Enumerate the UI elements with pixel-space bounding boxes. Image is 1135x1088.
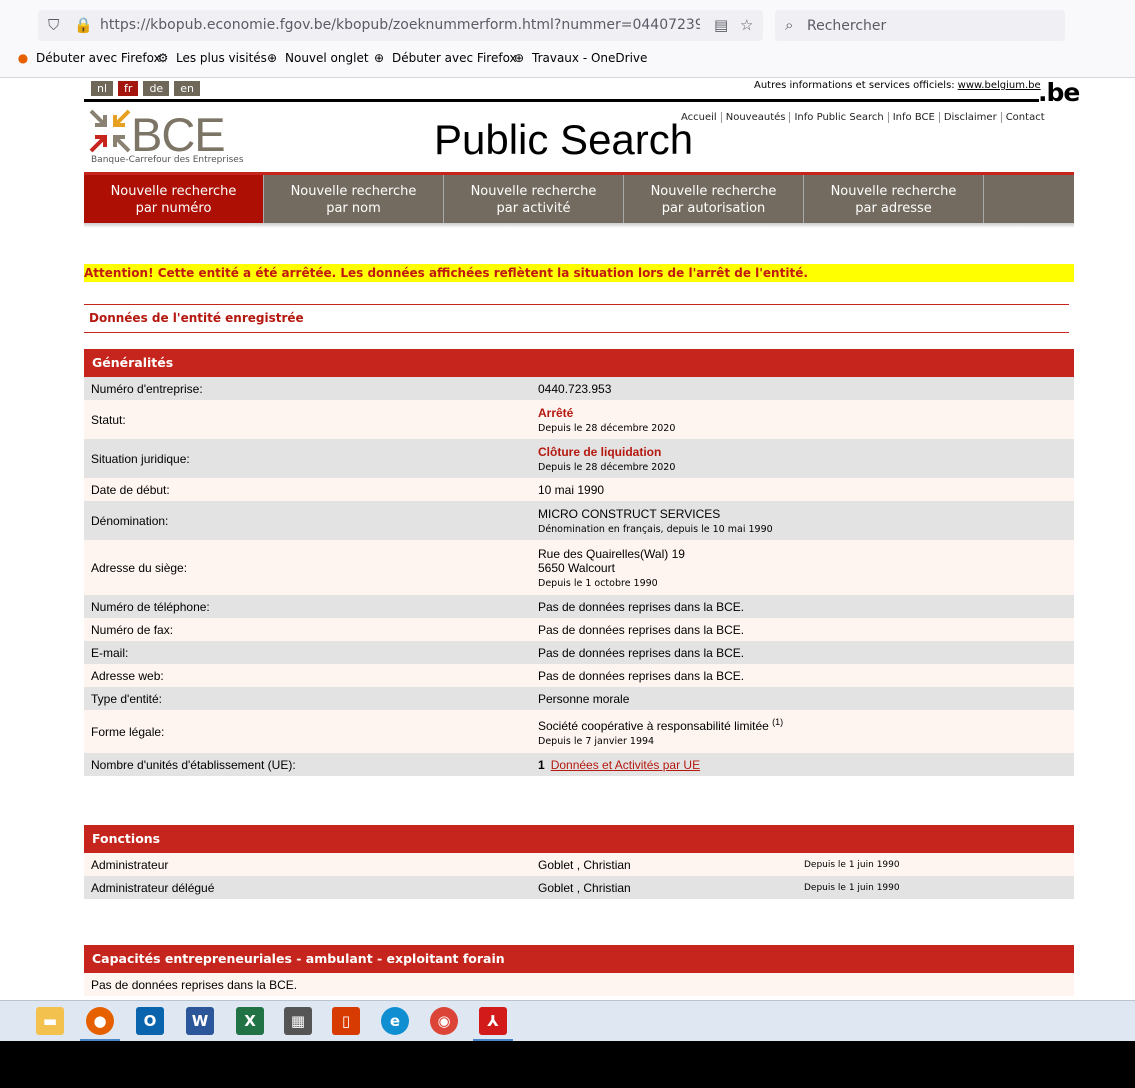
table-row: Dénomination: MICRO CONSTRUCT SERVICES Dé…: [84, 501, 1074, 540]
lang-de[interactable]: de: [143, 81, 170, 96]
calculator-icon[interactable]: ▦: [284, 1007, 312, 1035]
table-row: Administrateur délégué Goblet , Christia…: [84, 876, 1074, 899]
office-icon[interactable]: ▯: [332, 1007, 360, 1035]
bce-logo[interactable]: BCE Banque-Carrefour des Entreprises: [89, 108, 244, 167]
search-placeholder[interactable]: Rechercher: [807, 18, 886, 34]
bookmark-item[interactable]: ⚙ Les plus visités: [156, 51, 267, 65]
outlook-icon[interactable]: O: [136, 1007, 164, 1035]
web-page: nl fr de en Autres informations et servi…: [0, 78, 1135, 1000]
table-row: Administrateur Goblet , Christian Depuis…: [84, 853, 1074, 876]
globe-icon: ⊕: [513, 51, 525, 65]
table-row: Adresse web: Pas de données reprises dan…: [84, 664, 1074, 687]
table-row: Pas de données reprises dans la BCE.: [84, 973, 1074, 996]
divider: [84, 99, 1039, 102]
logo-text: BCE: [131, 108, 226, 161]
word-icon[interactable]: W: [186, 1007, 214, 1035]
capacites-section: Capacités entrepreneuriales - ambulant -…: [84, 945, 1074, 996]
gear-icon: ⚙: [157, 51, 169, 65]
lang-fr[interactable]: fr: [118, 81, 139, 96]
excel-icon[interactable]: X: [236, 1007, 264, 1035]
link-info-public-search[interactable]: Info Public Search: [789, 112, 887, 123]
lang-en[interactable]: en: [174, 81, 200, 96]
active-indicator: [80, 1039, 120, 1041]
address-bar[interactable]: ⛉ 🔒 https://kbopub.economie.fgov.be/kbop…: [38, 10, 763, 41]
section-title: Capacités entrepreneuriales - ambulant -…: [84, 945, 1074, 973]
section-title: Fonctions: [84, 825, 1074, 853]
be-logo[interactable]: .be: [1038, 78, 1080, 107]
search-nav: Nouvelle recherche par numéro Nouvelle re…: [84, 175, 1074, 223]
tab-search-by-address[interactable]: Nouvelle recherche par adresse: [804, 175, 984, 223]
table-row: Nombre d'unités d'établissement (UE): 1D…: [84, 753, 1074, 776]
official-info: Autres informations et services officiel…: [754, 80, 1041, 91]
lock-icon[interactable]: 🔒: [74, 16, 93, 34]
status-value: Arrêté: [538, 405, 574, 420]
edge-icon[interactable]: e: [381, 1007, 409, 1035]
shield-icon[interactable]: ⛉: [48, 16, 59, 34]
link-info-bce[interactable]: Info BCE: [887, 112, 939, 123]
tab-search-by-number[interactable]: Nouvelle recherche par numéro: [84, 175, 264, 223]
tab-search-by-activity[interactable]: Nouvelle recherche par activité: [444, 175, 624, 223]
globe-icon: ⊕: [266, 51, 278, 65]
file-explorer-icon[interactable]: ▬: [36, 1007, 64, 1035]
footnote-ref[interactable]: (1): [772, 717, 783, 727]
bookmark-item[interactable]: ⊕ Travaux - OneDrive: [512, 51, 647, 65]
fonctions-table: Administrateur Goblet , Christian Depuis…: [84, 853, 1074, 899]
top-links: Accueil Nouveautés Info Public Search In…: [681, 112, 1049, 123]
table-row: Adresse du siège: Rue des Quairelles(Wal…: [84, 540, 1074, 595]
table-row: Numéro d'entreprise: 0440.723.953: [84, 377, 1074, 400]
firefox-icon[interactable]: ●: [86, 1007, 114, 1035]
ue-link[interactable]: Données et Activités par UE: [551, 758, 700, 772]
link-contact[interactable]: Contact: [1000, 112, 1049, 123]
legal-situation-value: Clôture de liquidation: [538, 444, 662, 459]
page-title: Public Search: [434, 116, 694, 163]
acrobat-icon[interactable]: ⅄: [479, 1007, 507, 1035]
table-row: E-mail: Pas de données reprises dans la …: [84, 641, 1074, 664]
browser-toolbar: ⛉ 🔒 https://kbopub.economie.fgov.be/kbop…: [0, 0, 1135, 78]
bce-arrows-icon: [89, 109, 131, 153]
bookmark-item[interactable]: ⊕ Débuter avec Firefox: [372, 51, 517, 65]
generalites-table: Numéro d'entreprise: 0440.723.953 Statut…: [84, 377, 1074, 776]
table-row: Statut: Arrêté Depuis le 28 décembre 2020: [84, 400, 1074, 439]
link-disclaimer[interactable]: Disclaimer: [938, 112, 1001, 123]
table-row: Numéro de téléphone: Pas de données repr…: [84, 595, 1074, 618]
search-bar[interactable]: ⌕ Rechercher: [775, 10, 1065, 41]
tab-search-by-name[interactable]: Nouvelle recherche par nom: [264, 175, 444, 223]
attention-banner: Attention! Cette entité a été arrêtée. L…: [84, 264, 1074, 282]
url-text[interactable]: https://kbopub.economie.fgov.be/kbopub/z…: [100, 17, 700, 33]
generalites-section: Généralités Numéro d'entreprise: 0440.72…: [84, 349, 1074, 776]
link-nouveautes[interactable]: Nouveautés: [720, 112, 790, 123]
search-icon: ⌕: [785, 16, 794, 34]
table-row: Numéro de fax: Pas de données reprises d…: [84, 618, 1074, 641]
table-row: Situation juridique: Clôture de liquidat…: [84, 439, 1074, 478]
windows-taskbar: ▬ ● O W X ▦ ▯ e ◉ ⅄: [0, 1000, 1135, 1041]
belgium-link[interactable]: www.belgium.be: [958, 80, 1041, 91]
entity-heading: Données de l'entité enregistrée: [84, 304, 1069, 333]
active-indicator: [473, 1039, 513, 1041]
firefox-icon: ●: [17, 51, 29, 65]
globe-icon: ⊕: [373, 51, 385, 65]
logo-subtitle: Banque-Carrefour des Entreprises: [91, 155, 244, 165]
reader-view-icon[interactable]: ▤: [714, 16, 728, 34]
bookmark-item[interactable]: ● Débuter avec Firefox: [16, 51, 161, 65]
language-switcher: nl fr de en: [91, 81, 200, 96]
tab-search-by-authorization[interactable]: Nouvelle recherche par autorisation: [624, 175, 804, 223]
table-row: Date de début: 10 mai 1990: [84, 478, 1074, 501]
table-row: Forme légale: Société coopérative à resp…: [84, 710, 1074, 753]
bookmark-item[interactable]: ⊕ Nouvel onglet: [265, 51, 369, 65]
lang-nl[interactable]: nl: [91, 81, 114, 96]
bookmark-star-icon[interactable]: ☆: [740, 16, 753, 34]
fonctions-section: Fonctions Administrateur Goblet , Christ…: [84, 825, 1074, 899]
chrome-icon[interactable]: ◉: [430, 1007, 458, 1035]
table-row: Type d'entité: Personne morale: [84, 687, 1074, 710]
divider: [84, 223, 1074, 228]
link-accueil[interactable]: Accueil: [681, 112, 721, 123]
section-title: Généralités: [84, 349, 1074, 377]
